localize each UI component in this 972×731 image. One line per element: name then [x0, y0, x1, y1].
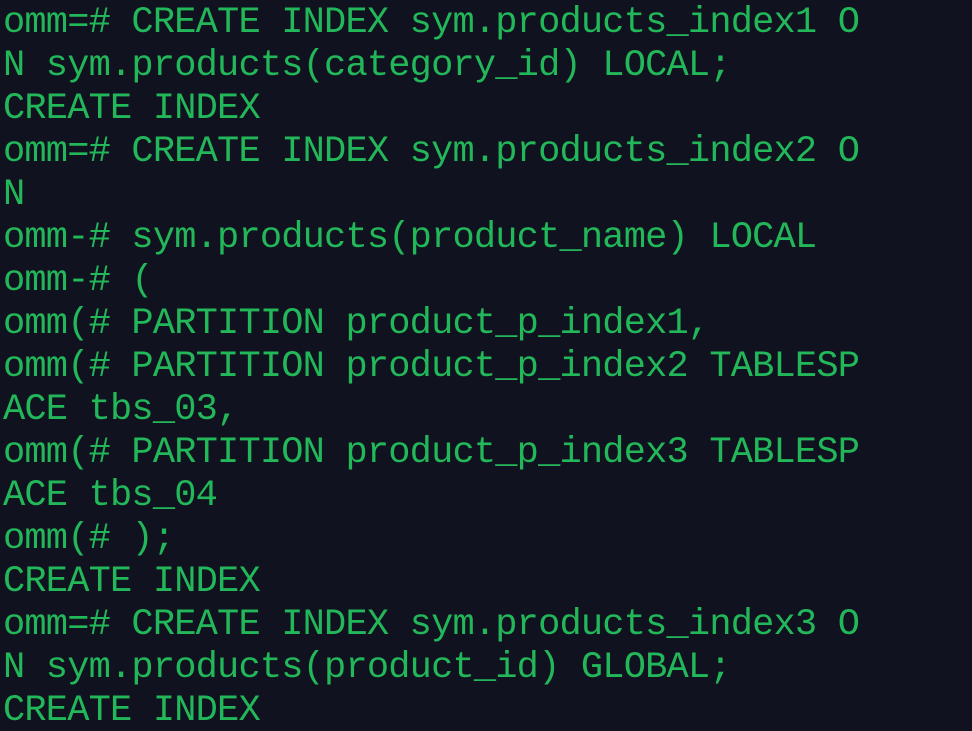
terminal-line-14: CREATE INDEX	[3, 561, 261, 603]
terminal-line-9: omm(# PARTITION product_p_index2 TABLESP	[3, 346, 860, 388]
terminal-line-2: N sym.products(category_id) LOCAL;	[3, 45, 732, 87]
terminal-line-17: CREATE INDEX	[3, 690, 261, 731]
terminal-line-13: omm(# );	[3, 518, 175, 560]
terminal-line-4: omm=# CREATE INDEX sym.products_index2 O	[3, 131, 860, 173]
terminal-window[interactable]: omm=# CREATE INDEX sym.products_index1 O…	[0, 0, 972, 731]
terminal-line-6: omm-# sym.products(product_name) LOCAL	[3, 217, 817, 259]
terminal-line-5: N	[3, 174, 25, 216]
terminal-line-11: omm(# PARTITION product_p_index3 TABLESP	[3, 432, 860, 474]
terminal-line-15: omm=# CREATE INDEX sym.products_index3 O	[3, 604, 860, 646]
terminal-line-12: ACE tbs_04	[3, 475, 218, 517]
terminal-line-16: N sym.products(product_id) GLOBAL;	[3, 647, 732, 689]
terminal-line-3: CREATE INDEX	[3, 88, 261, 130]
terminal-line-7: omm-# (	[3, 260, 154, 302]
terminal-line-8: omm(# PARTITION product_p_index1,	[3, 303, 710, 345]
terminal-line-1: omm=# CREATE INDEX sym.products_index1 O	[3, 2, 860, 44]
terminal-line-10: ACE tbs_03,	[3, 389, 239, 431]
